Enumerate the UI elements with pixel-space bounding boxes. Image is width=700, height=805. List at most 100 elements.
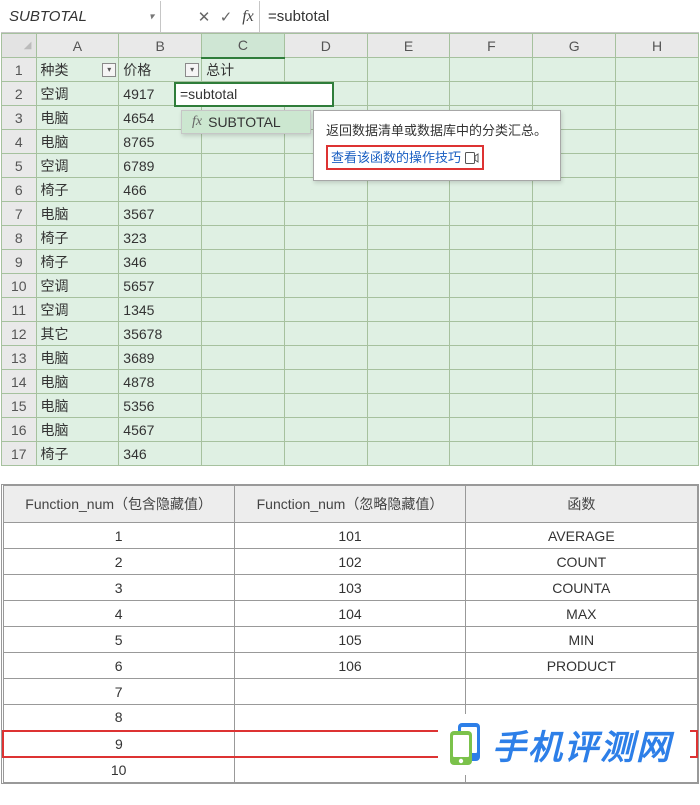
cell[interactable] <box>450 82 533 106</box>
row-header[interactable]: 8 <box>2 226 37 250</box>
cell[interactable] <box>616 202 699 226</box>
cell[interactable] <box>450 322 533 346</box>
cell[interactable] <box>450 442 533 466</box>
cell[interactable] <box>616 370 699 394</box>
row-header[interactable]: 17 <box>2 442 37 466</box>
cell[interactable] <box>367 346 450 370</box>
cell[interactable] <box>616 346 699 370</box>
cell[interactable]: 4567 <box>119 418 202 442</box>
cell[interactable] <box>533 370 616 394</box>
cell[interactable]: 5657 <box>119 274 202 298</box>
cell[interactable] <box>616 82 699 106</box>
filter-dropdown-icon[interactable]: ▾ <box>102 63 116 77</box>
spreadsheet-grid[interactable]: ◢ABCDEFGH1种类▾价格▾总计2空调49173电脑46544电脑87655… <box>1 33 699 466</box>
cell[interactable] <box>284 58 367 82</box>
cell[interactable] <box>202 178 285 202</box>
cell[interactable] <box>202 394 285 418</box>
cell[interactable]: 电脑 <box>36 106 119 130</box>
cell[interactable] <box>367 322 450 346</box>
cell[interactable] <box>367 298 450 322</box>
cell[interactable] <box>533 274 616 298</box>
row-header[interactable]: 1 <box>2 58 37 82</box>
cell[interactable] <box>616 106 699 130</box>
cell[interactable] <box>533 178 616 202</box>
cell[interactable] <box>202 322 285 346</box>
cell[interactable] <box>450 274 533 298</box>
autocomplete-item[interactable]: fx SUBTOTAL <box>182 111 310 133</box>
cell[interactable] <box>616 418 699 442</box>
row-header[interactable]: 2 <box>2 82 37 106</box>
cell[interactable] <box>202 298 285 322</box>
cell[interactable] <box>367 202 450 226</box>
cell[interactable] <box>367 58 450 82</box>
cell[interactable] <box>284 322 367 346</box>
cell[interactable]: 4917 <box>119 82 202 106</box>
cell[interactable] <box>533 322 616 346</box>
column-header[interactable]: D <box>284 34 367 58</box>
cell[interactable]: 椅子 <box>36 442 119 466</box>
cell[interactable] <box>284 82 367 106</box>
cell[interactable] <box>202 226 285 250</box>
cell[interactable] <box>284 346 367 370</box>
cell[interactable]: 3567 <box>119 202 202 226</box>
cell[interactable] <box>202 202 285 226</box>
cell[interactable] <box>616 226 699 250</box>
cell[interactable] <box>450 418 533 442</box>
cell[interactable] <box>450 58 533 82</box>
cell[interactable]: 种类▾ <box>36 58 119 82</box>
cell[interactable] <box>616 394 699 418</box>
cell[interactable]: 1345 <box>119 298 202 322</box>
row-header[interactable]: 11 <box>2 298 37 322</box>
cell[interactable] <box>284 370 367 394</box>
cell[interactable] <box>367 370 450 394</box>
cell[interactable] <box>533 298 616 322</box>
cell[interactable] <box>202 250 285 274</box>
cell[interactable]: 椅子 <box>36 250 119 274</box>
cell[interactable] <box>616 58 699 82</box>
cell[interactable] <box>202 274 285 298</box>
cell[interactable] <box>616 274 699 298</box>
cell[interactable] <box>450 226 533 250</box>
tooltip-link[interactable]: 查看该函数的操作技巧 <box>331 148 461 168</box>
cell[interactable] <box>284 442 367 466</box>
cell[interactable] <box>202 346 285 370</box>
cell[interactable] <box>616 298 699 322</box>
filter-dropdown-icon[interactable]: ▾ <box>185 63 199 77</box>
cell[interactable] <box>450 178 533 202</box>
cell[interactable]: 空调 <box>36 274 119 298</box>
cell[interactable] <box>616 250 699 274</box>
cell[interactable] <box>450 370 533 394</box>
name-box-dropdown-icon[interactable]: ▾ <box>149 11 154 22</box>
row-header[interactable]: 3 <box>2 106 37 130</box>
cell[interactable] <box>202 82 285 106</box>
cell[interactable]: 323 <box>119 226 202 250</box>
row-header[interactable]: 16 <box>2 418 37 442</box>
cell[interactable]: 空调 <box>36 82 119 106</box>
cell[interactable] <box>533 346 616 370</box>
cell[interactable]: 4878 <box>119 370 202 394</box>
cell[interactable] <box>202 154 285 178</box>
cell[interactable] <box>367 274 450 298</box>
cell[interactable] <box>533 226 616 250</box>
row-header[interactable]: 10 <box>2 274 37 298</box>
cell[interactable] <box>367 442 450 466</box>
cell[interactable] <box>284 394 367 418</box>
cell[interactable]: 空调 <box>36 154 119 178</box>
cell[interactable] <box>367 178 450 202</box>
cell[interactable]: 电脑 <box>36 130 119 154</box>
cell[interactable]: 电脑 <box>36 418 119 442</box>
cell[interactable] <box>367 418 450 442</box>
cell[interactable]: 电脑 <box>36 202 119 226</box>
column-header[interactable]: C <box>202 34 285 58</box>
cell[interactable] <box>450 394 533 418</box>
cell[interactable]: 电脑 <box>36 346 119 370</box>
cell[interactable] <box>284 178 367 202</box>
cell[interactable] <box>284 250 367 274</box>
formula-input[interactable]: =subtotal <box>259 1 699 32</box>
cell[interactable]: 6789 <box>119 154 202 178</box>
cell[interactable] <box>367 250 450 274</box>
name-box[interactable]: SUBTOTAL ▾ <box>1 1 161 32</box>
row-header[interactable]: 13 <box>2 346 37 370</box>
cell[interactable] <box>450 298 533 322</box>
cell[interactable]: 346 <box>119 442 202 466</box>
